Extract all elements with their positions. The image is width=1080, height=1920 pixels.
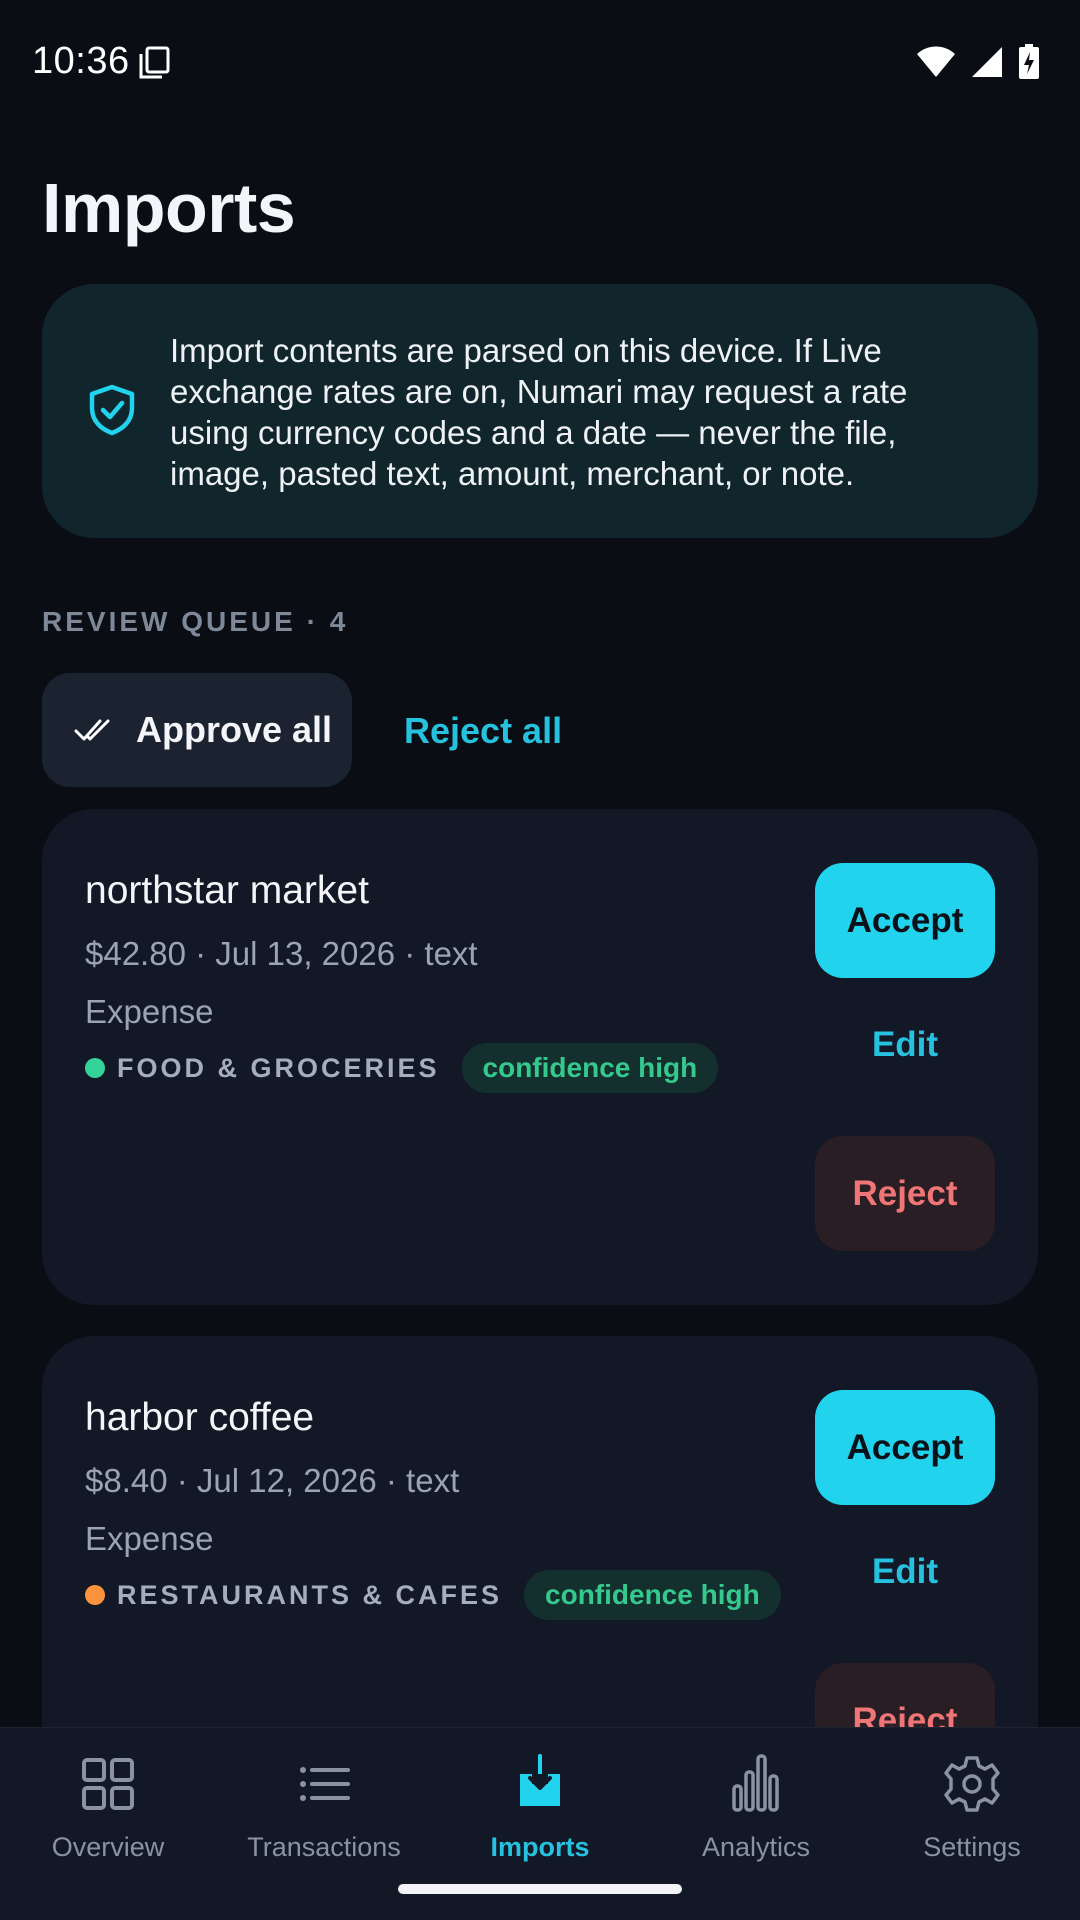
edit-button[interactable]: Edit bbox=[815, 1015, 995, 1075]
nav-label: Settings bbox=[923, 1832, 1021, 1862]
nav-label: Overview bbox=[51, 1832, 165, 1862]
sim-card-icon bbox=[139, 46, 170, 79]
transaction-meta: $42.80 · Jul 13, 2026 · text bbox=[85, 935, 478, 972]
import-card: northstar market $42.80 · Jul 13, 2026 ·… bbox=[42, 809, 1038, 1305]
status-bar: 10:36 bbox=[0, 0, 1080, 128]
merchant-name: harbor coffee bbox=[85, 1396, 315, 1439]
category-dot-icon bbox=[85, 1058, 105, 1078]
nav-item-transactions[interactable]: Transactions bbox=[216, 1728, 432, 1888]
approve-all-button[interactable]: Approve all bbox=[42, 673, 352, 787]
category-label: FOOD & GROCERIES bbox=[117, 1052, 440, 1083]
status-icons bbox=[916, 44, 1040, 80]
imports-screen: 10:36 Imports Import contents are parsed… bbox=[0, 0, 1080, 1920]
bar-chart-icon bbox=[732, 1754, 779, 1812]
nav-item-analytics[interactable]: Analytics bbox=[648, 1728, 864, 1888]
nav-item-overview[interactable]: Overview bbox=[0, 1728, 216, 1888]
confidence-badge: confidence high bbox=[524, 1570, 781, 1620]
category-dot-icon bbox=[85, 1585, 105, 1605]
signal-icon bbox=[972, 47, 1002, 77]
category-row: RESTAURANTS & CAFES confidence high bbox=[85, 1570, 781, 1620]
home-indicator[interactable] bbox=[398, 1884, 682, 1894]
shield-check-icon bbox=[89, 384, 135, 436]
transaction-kind: Expense bbox=[85, 993, 214, 1030]
accept-button[interactable]: Accept bbox=[815, 1390, 995, 1505]
page-title: Imports bbox=[42, 169, 296, 247]
nav-item-imports[interactable]: Imports bbox=[432, 1728, 648, 1888]
confidence-badge: confidence high bbox=[461, 1043, 719, 1093]
grid-icon bbox=[82, 1758, 134, 1810]
double-check-icon bbox=[74, 719, 110, 741]
reject-all-button[interactable]: Reject all bbox=[404, 710, 562, 752]
wifi-icon bbox=[917, 46, 955, 77]
nav-label: Imports bbox=[490, 1832, 590, 1862]
gear-icon bbox=[944, 1756, 1000, 1812]
merchant-name: northstar market bbox=[85, 869, 369, 912]
category-row: FOOD & GROCERIES confidence high bbox=[85, 1043, 719, 1093]
nav-item-settings[interactable]: Settings bbox=[864, 1728, 1080, 1888]
reject-button[interactable]: Reject bbox=[815, 1136, 995, 1251]
nav-label: Transactions bbox=[247, 1832, 401, 1862]
list-icon bbox=[300, 1767, 350, 1801]
review-queue-header: REVIEW QUEUE · 4 bbox=[42, 606, 349, 637]
nav-label: Analytics bbox=[701, 1832, 811, 1862]
battery-icon bbox=[1019, 44, 1039, 79]
accept-button[interactable]: Accept bbox=[815, 863, 995, 978]
status-time: 10:36 bbox=[32, 40, 130, 82]
transaction-kind: Expense bbox=[85, 1520, 214, 1557]
approve-all-label: Approve all bbox=[136, 709, 333, 750]
privacy-notice-text: Import contents are parsed on this devic… bbox=[170, 332, 908, 492]
edit-button[interactable]: Edit bbox=[815, 1542, 995, 1602]
privacy-banner: Import contents are parsed on this devic… bbox=[42, 284, 1038, 538]
transaction-meta: $8.40 · Jul 12, 2026 · text bbox=[85, 1462, 460, 1499]
import-icon bbox=[520, 1754, 560, 1806]
category-label: RESTAURANTS & CAFES bbox=[117, 1579, 503, 1610]
